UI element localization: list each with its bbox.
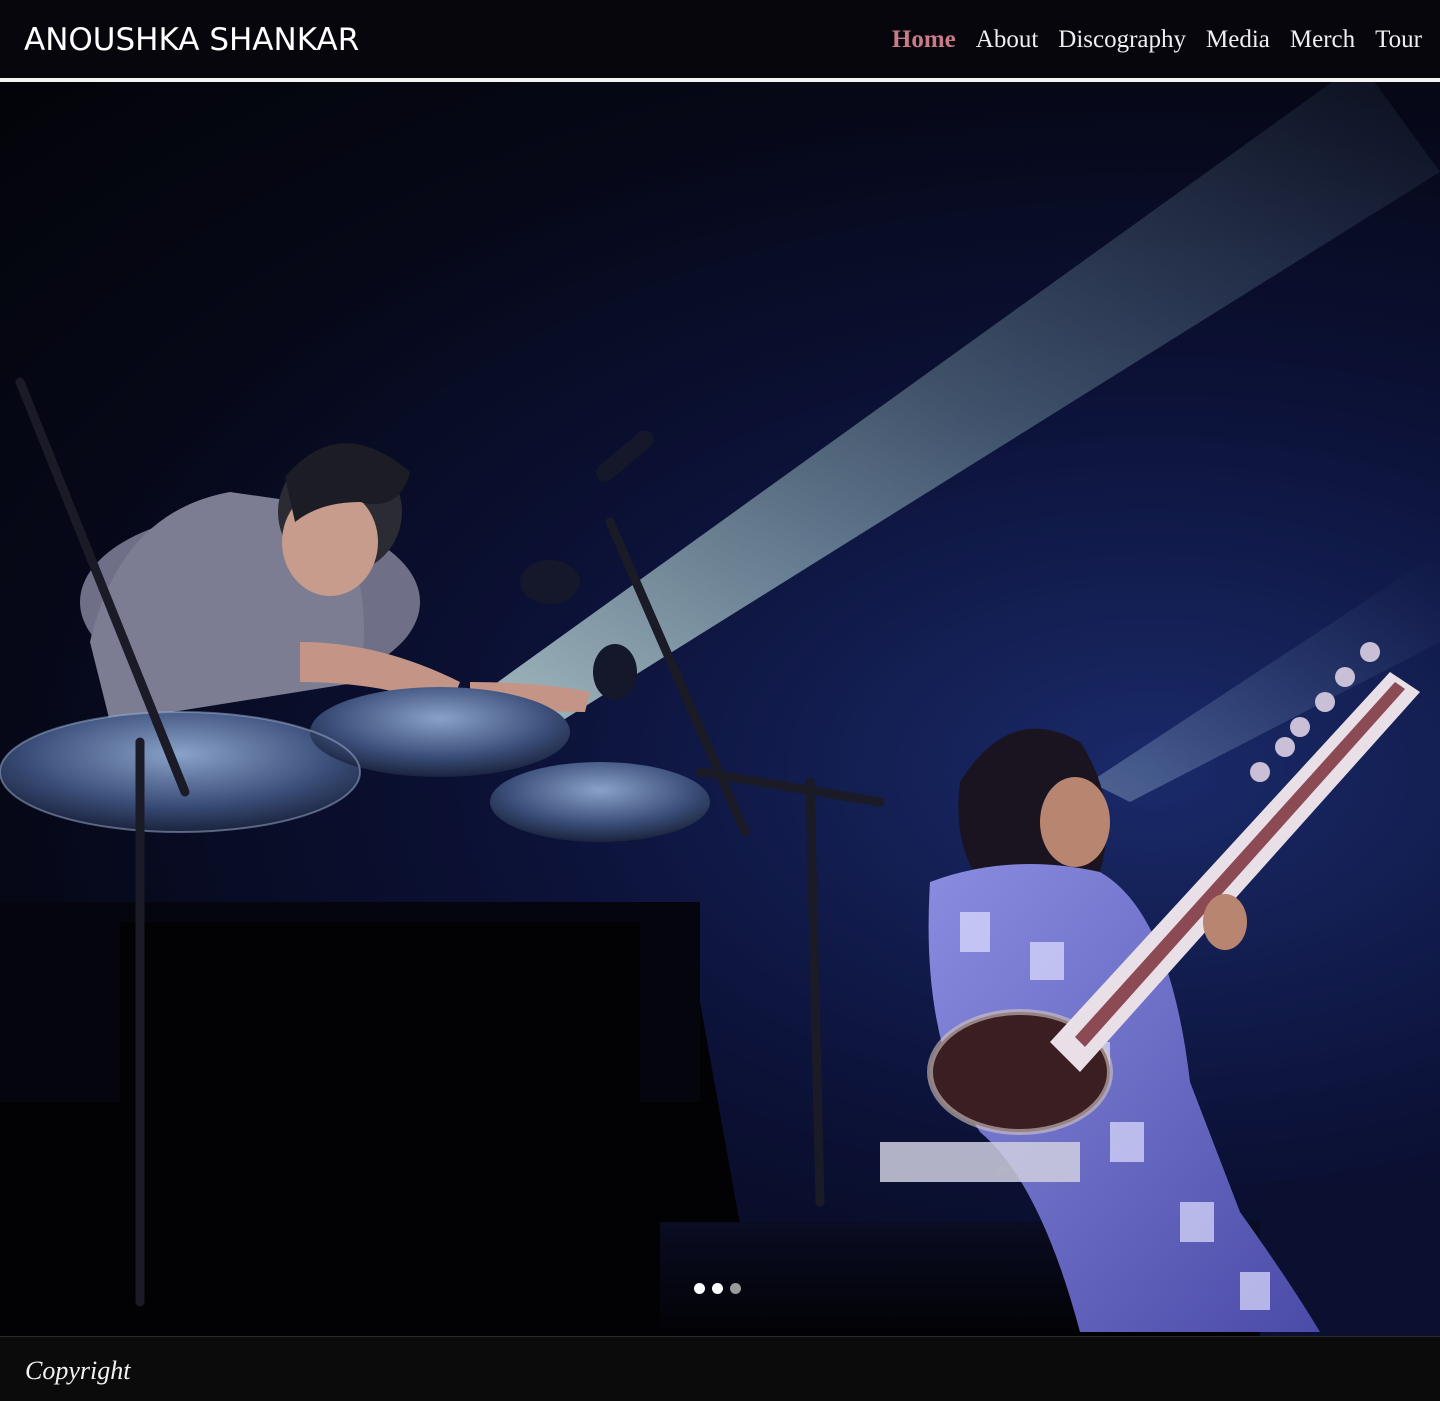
hero-slideshow[interactable] xyxy=(0,82,1440,1336)
nav-item-home[interactable]: Home xyxy=(892,22,956,58)
nav-item-merch[interactable]: Merch xyxy=(1290,22,1355,58)
site-header: ANOUSHKA SHANKAR Home About Discography … xyxy=(0,0,1440,78)
site-footer: Copyright xyxy=(0,1336,1440,1401)
spotlight-beam xyxy=(470,82,1440,722)
nav-item-discography[interactable]: Discography xyxy=(1058,22,1186,58)
slider-dot-2[interactable] xyxy=(712,1283,723,1294)
slider-dot-3[interactable] xyxy=(730,1283,741,1294)
floor-items xyxy=(880,1142,1080,1182)
nav-item-about[interactable]: About xyxy=(976,22,1039,58)
slider-dot-1[interactable] xyxy=(694,1283,705,1294)
concert-photo xyxy=(0,82,1440,1336)
nav-item-tour[interactable]: Tour xyxy=(1375,22,1422,58)
copyright-text: Copyright xyxy=(25,1356,131,1385)
slider-dots xyxy=(694,1283,741,1294)
handpan-instruments xyxy=(0,687,710,842)
site-logo[interactable]: ANOUSHKA SHANKAR xyxy=(24,20,359,60)
main-nav: Home About Discography Media Merch Tour xyxy=(892,22,1422,58)
amp-silhouette xyxy=(120,922,640,1336)
nav-item-media[interactable]: Media xyxy=(1206,22,1270,58)
